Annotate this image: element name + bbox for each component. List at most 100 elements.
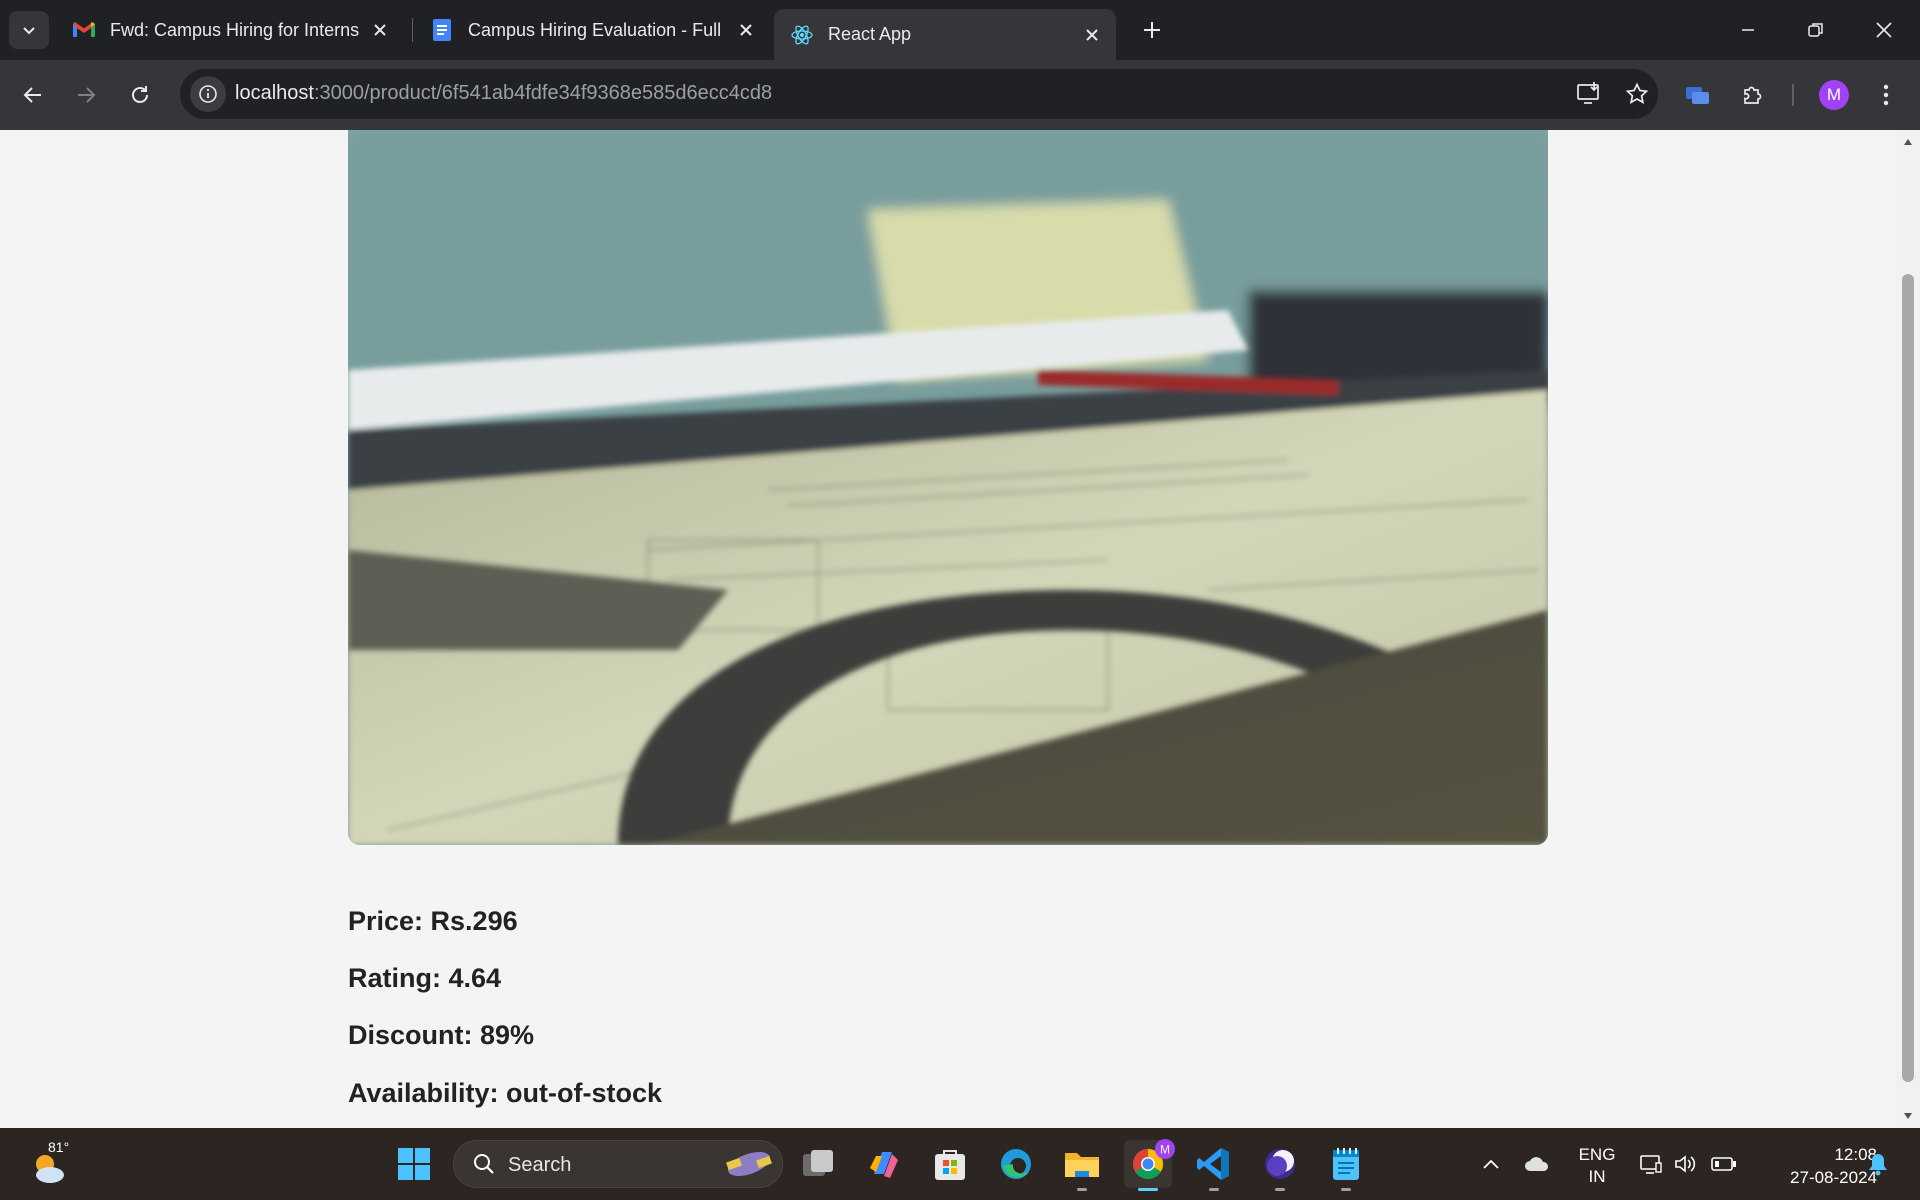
product-discount: Discount: 89% — [348, 1020, 535, 1050]
product-image — [348, 130, 1548, 845]
install-app-icon[interactable] — [1573, 78, 1605, 110]
product-availability: Availability: out-of-stock — [348, 1078, 663, 1108]
taskbar-eclipse-app[interactable] — [1256, 1140, 1304, 1191]
gmail-icon — [72, 18, 96, 42]
running-indicator — [1077, 1188, 1087, 1191]
running-indicator — [1209, 1188, 1219, 1191]
tab-docs[interactable]: Campus Hiring Evaluation - Full — [414, 9, 770, 51]
close-icon[interactable] — [1078, 21, 1106, 49]
reload-icon — [132, 86, 148, 103]
weather-temperature: 81° — [48, 1139, 70, 1155]
product-price: Price: Rs.296 — [348, 906, 518, 936]
running-indicator — [1138, 1188, 1158, 1191]
tab-title: React App — [828, 24, 912, 44]
network-icon — [1640, 1155, 1662, 1174]
restore-icon — [1808, 23, 1823, 37]
forward-button[interactable] — [67, 76, 105, 114]
restore-button[interactable] — [1793, 8, 1839, 52]
task-view-icon — [803, 1150, 833, 1176]
google-docs-icon — [430, 18, 454, 42]
new-tab-button[interactable] — [1136, 12, 1168, 48]
eclipse-app-icon — [1265, 1149, 1295, 1179]
taskbar-chrome[interactable]: M — [1124, 1139, 1175, 1191]
profile-badge-icon: M — [1155, 1139, 1175, 1159]
tab-strip: Fwd: Campus Hiring for Interns Campus Hi… — [0, 0, 1920, 60]
close-icon — [1876, 22, 1892, 38]
profile-avatar[interactable]: M — [1819, 80, 1849, 110]
minimize-button[interactable] — [1725, 8, 1771, 52]
running-indicator — [1275, 1188, 1285, 1191]
running-indicator — [1341, 1188, 1351, 1191]
show-hidden-icons-button[interactable] — [1480, 1140, 1502, 1188]
address-bar[interactable]: localhost:3000/product/6f541ab4fdfe34f93… — [180, 69, 1658, 119]
page-content: Price: Rs.296 Rating: 4.64 Discount: 89%… — [0, 130, 1896, 1128]
page-scrollbar[interactable] — [1896, 130, 1920, 1128]
start-button[interactable] — [390, 1140, 438, 1188]
tab-title: Campus Hiring Evaluation - Full — [468, 19, 722, 40]
language-indicator[interactable]: ENG IN — [1572, 1144, 1622, 1188]
copilot-icon — [870, 1152, 898, 1178]
scroll-up-arrow-icon[interactable] — [1902, 136, 1914, 148]
chevron-up-icon — [1483, 1159, 1499, 1169]
taskbar-store[interactable] — [926, 1140, 974, 1188]
system-clock[interactable]: 12:08 27-08-2024 — [1752, 1143, 1877, 1189]
back-button[interactable] — [14, 76, 52, 114]
extensions-puzzle-icon[interactable] — [1736, 78, 1770, 112]
tab-search-button[interactable] — [9, 11, 49, 49]
toolbar-separator — [1792, 84, 1794, 106]
taskbar-vscode[interactable] — [1190, 1140, 1238, 1191]
windows-taskbar: 81° Search M ENG IN 12:08 27-08-2024 — [0, 1128, 1920, 1200]
taskbar-notepad[interactable] — [1322, 1140, 1370, 1191]
taskbar-edge[interactable] — [992, 1140, 1040, 1188]
reload-button[interactable] — [121, 76, 159, 114]
search-icon — [474, 1154, 494, 1174]
scroll-down-arrow-icon[interactable] — [1902, 1110, 1914, 1122]
edge-icon — [1001, 1149, 1031, 1179]
tab-gmail[interactable]: Fwd: Campus Hiring for Interns — [56, 9, 404, 51]
arrow-left-icon — [23, 87, 41, 103]
tab-title: Fwd: Campus Hiring for Interns — [110, 19, 360, 40]
search-highlight-icon — [726, 1151, 772, 1177]
chevron-down-icon — [23, 27, 35, 35]
cloud-icon — [1525, 1157, 1549, 1171]
taskbar-file-explorer[interactable] — [1058, 1140, 1106, 1191]
taskbar-search[interactable]: Search — [453, 1140, 783, 1188]
svg-text:M: M — [1160, 1143, 1170, 1157]
folder-icon — [1065, 1153, 1099, 1177]
bookmark-star-icon[interactable] — [1621, 78, 1653, 110]
minimize-icon — [1742, 29, 1754, 31]
battery-tray-icon[interactable] — [1710, 1140, 1738, 1188]
battery-icon — [1711, 1157, 1736, 1171]
task-view-button[interactable] — [795, 1140, 843, 1188]
notepad-icon — [1333, 1148, 1359, 1180]
language-code: ENG — [1578, 1145, 1616, 1164]
close-window-button[interactable] — [1861, 8, 1907, 52]
network-tray-icon[interactable] — [1638, 1140, 1664, 1188]
tab-separator — [412, 18, 413, 42]
windows-logo-icon — [398, 1148, 430, 1180]
speaker-icon — [1675, 1155, 1696, 1173]
browser-toolbar: localhost:3000/product/6f541ab4fdfe34f93… — [0, 60, 1920, 130]
arrow-right-icon — [78, 87, 96, 103]
clock-date: 27-08-2024 — [1790, 1168, 1877, 1187]
search-label: Search — [508, 1154, 572, 1176]
bell-icon — [1869, 1154, 1887, 1176]
volume-tray-icon[interactable] — [1672, 1140, 1698, 1188]
scrollbar-thumb[interactable] — [1902, 274, 1914, 1082]
close-icon[interactable] — [366, 16, 394, 44]
weather-widget[interactable]: 81° — [28, 1139, 72, 1184]
site-info-icon[interactable] — [190, 76, 226, 112]
url-host: localhost — [235, 82, 314, 104]
onedrive-tray-icon[interactable] — [1522, 1140, 1552, 1188]
product-rating: Rating: 4.64 — [348, 963, 502, 993]
more-options-icon[interactable] — [1869, 78, 1903, 112]
language-region: IN — [1588, 1167, 1606, 1186]
tab-react-app[interactable]: React App — [774, 9, 1116, 60]
notifications-button[interactable] — [1864, 1140, 1892, 1188]
microsoft-store-icon — [935, 1150, 965, 1180]
close-icon[interactable] — [732, 16, 760, 44]
extension-app-icon[interactable] — [1681, 78, 1715, 112]
taskbar-copilot[interactable] — [860, 1140, 908, 1188]
url-path: :3000/product/6f541ab4fdfe34f9368e585d6e… — [313, 82, 773, 104]
url-text[interactable]: localhost:3000/product/6f541ab4fdfe34f93… — [235, 82, 772, 105]
